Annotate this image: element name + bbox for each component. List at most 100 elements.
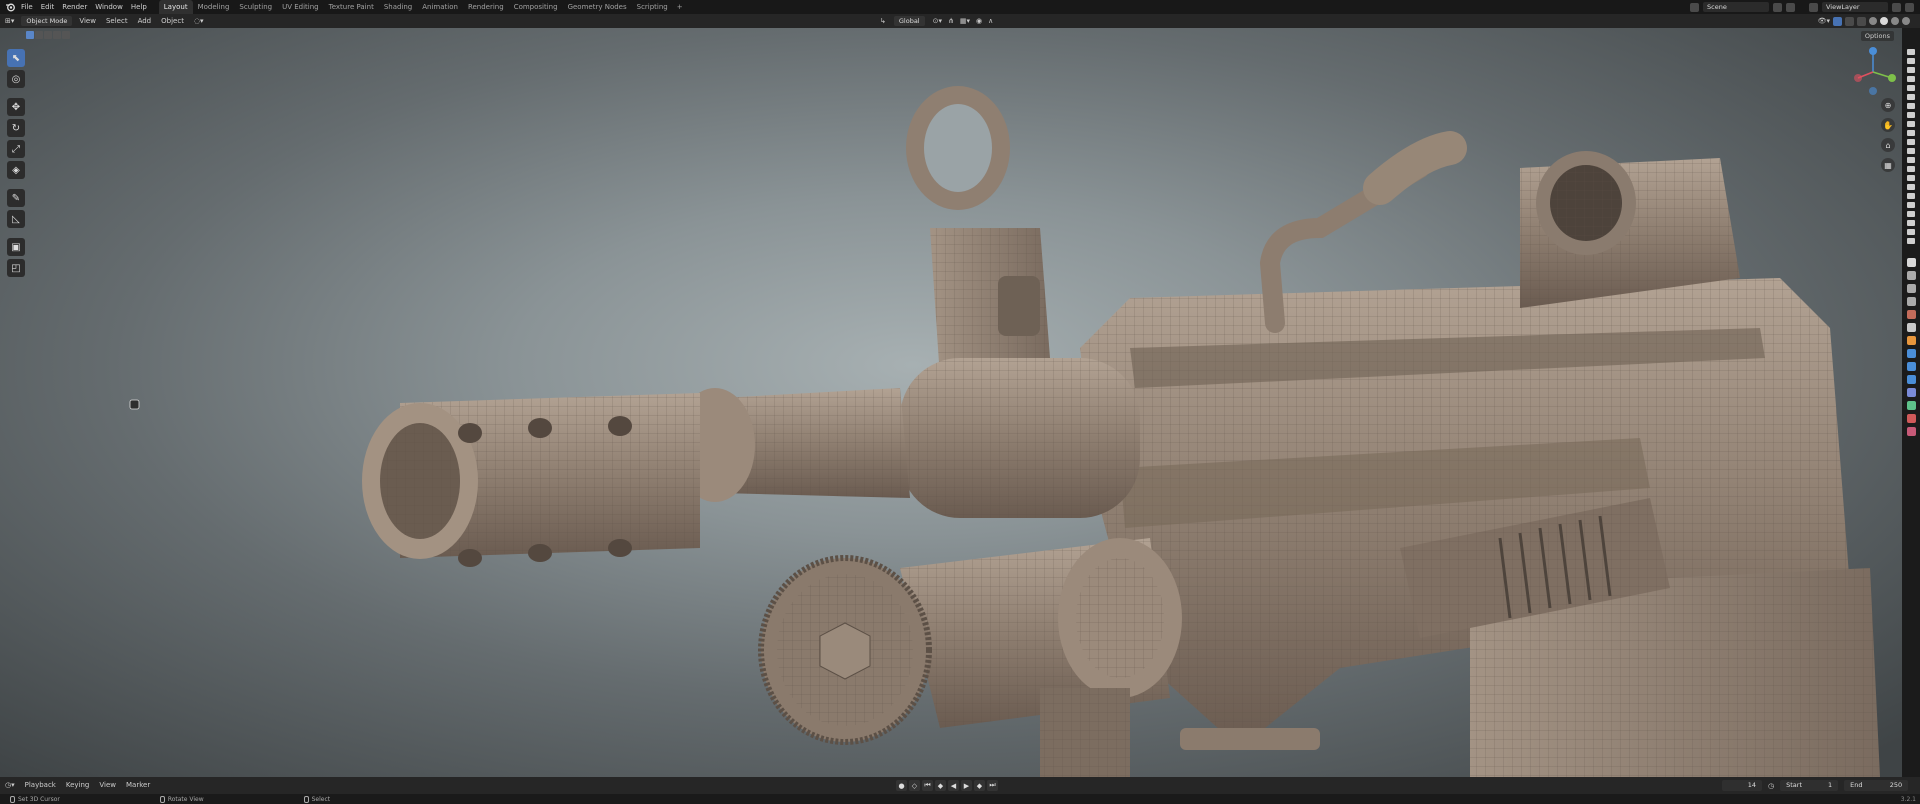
close-scene-icon[interactable] [1786, 2, 1795, 12]
menu-select[interactable]: Select [101, 14, 133, 28]
menu-file[interactable]: File [17, 0, 37, 14]
tab-texture-paint[interactable]: Texture Paint [324, 0, 379, 14]
close-view-layer-icon[interactable] [1905, 2, 1914, 12]
copy-view-layer-icon[interactable] [1892, 2, 1901, 12]
tab-shading[interactable]: Shading [379, 0, 417, 14]
next-keyframe-icon[interactable]: ◆ [974, 780, 985, 791]
camera-view-icon[interactable]: ⌂ [1881, 138, 1895, 152]
menu-marker[interactable]: Marker [121, 777, 155, 794]
outliner-camera-icon[interactable] [1907, 85, 1915, 91]
play-reverse-icon[interactable]: ◀ [948, 780, 959, 791]
overlays-icon[interactable] [1845, 16, 1854, 26]
outliner-camera-icon[interactable] [1907, 157, 1915, 163]
transform-cage-tool-icon[interactable]: ◰ [7, 259, 25, 277]
view-layer-field[interactable]: ViewLayer [1822, 2, 1888, 12]
jump-start-icon[interactable]: ⏮ [922, 780, 933, 791]
outliner-camera-icon[interactable] [1907, 202, 1915, 208]
select-intersect-icon[interactable] [62, 31, 70, 39]
outliner-camera-icon[interactable] [1907, 58, 1915, 64]
menu-timeline-view[interactable]: View [94, 777, 121, 794]
visibility-icon[interactable]: 👁▾ [1818, 17, 1830, 25]
outliner-camera-icon[interactable] [1907, 166, 1915, 172]
menu-edit[interactable]: Edit [37, 0, 59, 14]
proportional-edit-icon[interactable]: ◉ [976, 17, 982, 25]
outliner-camera-icon[interactable] [1907, 112, 1915, 118]
output-properties-icon[interactable] [1906, 284, 1916, 293]
end-frame-field[interactable]: End 250 [1844, 780, 1909, 791]
snap-icon[interactable]: ⋔ [948, 17, 954, 25]
select-new-icon[interactable] [26, 31, 34, 39]
outliner-camera-icon[interactable] [1907, 49, 1915, 55]
outliner-camera-icon[interactable] [1907, 76, 1915, 82]
editor-type-icon[interactable]: ⊞▾ [0, 14, 19, 28]
menu-render[interactable]: Render [58, 0, 91, 14]
options-dropdown[interactable]: Options [1860, 31, 1894, 41]
menu-keying[interactable]: Keying [61, 777, 95, 794]
tab-layout[interactable]: Layout [158, 0, 193, 14]
particles-properties-icon[interactable] [1906, 362, 1916, 371]
physics-properties-icon[interactable] [1906, 375, 1916, 384]
current-frame-field[interactable]: 14 [1722, 780, 1762, 791]
outliner-camera-icon[interactable] [1907, 211, 1915, 217]
add-workspace-button[interactable]: + [673, 0, 687, 14]
select-box-tool-icon[interactable]: ⬉ [7, 49, 25, 67]
menu-help[interactable]: Help [127, 0, 151, 14]
annotate-tool-icon[interactable]: ✎ [7, 189, 25, 207]
outliner-camera-icon[interactable] [1907, 94, 1915, 100]
modifier-properties-icon[interactable] [1906, 349, 1916, 358]
prev-keyframe-icon[interactable]: ◆ [935, 780, 946, 791]
menu-view[interactable]: View [74, 14, 101, 28]
material-properties-icon[interactable] [1906, 414, 1916, 423]
tab-compositing[interactable]: Compositing [509, 0, 563, 14]
texture-properties-icon[interactable] [1906, 427, 1916, 436]
outliner-camera-icon[interactable] [1907, 220, 1915, 226]
tab-uv-editing[interactable]: UV Editing [277, 0, 324, 14]
tab-sculpting[interactable]: Sculpting [234, 0, 277, 14]
move-tool-icon[interactable]: ✥ [7, 98, 25, 116]
scale-tool-icon[interactable]: ⤢ [7, 140, 25, 158]
outliner-camera-icon[interactable] [1907, 175, 1915, 181]
view-layer-icon[interactable] [1809, 2, 1818, 12]
scene-field[interactable]: Scene [1703, 2, 1769, 12]
data-properties-icon[interactable] [1906, 401, 1916, 410]
tab-scripting[interactable]: Scripting [632, 0, 673, 14]
constraints-properties-icon[interactable] [1906, 388, 1916, 397]
tool-properties-icon[interactable] [1906, 258, 1916, 267]
record-icon[interactable]: ● [896, 780, 907, 791]
pan-hand-icon[interactable]: ✋ [1881, 118, 1895, 132]
object-properties-icon[interactable] [1906, 336, 1916, 345]
material-shading-icon[interactable] [1891, 17, 1899, 25]
navigation-gizmo[interactable] [1848, 45, 1898, 95]
render-properties-icon[interactable] [1906, 271, 1916, 280]
tab-animation[interactable]: Animation [417, 0, 463, 14]
outliner-camera-icon[interactable] [1907, 193, 1915, 199]
tab-modeling[interactable]: Modeling [193, 0, 235, 14]
mode-dropdown[interactable]: Object Mode [21, 16, 73, 26]
add-cube-tool-icon[interactable]: ▣ [7, 238, 25, 256]
clock-icon[interactable]: ◷ [1768, 782, 1774, 790]
rendered-shading-icon[interactable] [1902, 17, 1910, 25]
xray-icon[interactable] [1857, 16, 1866, 26]
blender-logo-icon[interactable] [3, 0, 17, 14]
copy-scene-icon[interactable] [1773, 2, 1782, 12]
rotate-tool-icon[interactable]: ↻ [7, 119, 25, 137]
select-invert-icon[interactable] [53, 31, 61, 39]
menu-window[interactable]: Window [91, 0, 127, 14]
perspective-toggle-icon[interactable]: ▦ [1881, 158, 1895, 172]
solid-shading-icon[interactable] [1880, 17, 1888, 25]
snap-target-icon[interactable]: ▦▾ [960, 17, 970, 25]
outliner-camera-icon[interactable] [1907, 67, 1915, 73]
falloff-icon[interactable]: ∧ [988, 17, 993, 25]
menu-object[interactable]: Object [156, 14, 189, 28]
play-icon[interactable]: ▶ [961, 780, 972, 791]
scene-icon[interactable] [1690, 2, 1699, 12]
measure-tool-icon[interactable]: ◺ [7, 210, 25, 228]
tab-geometry-nodes[interactable]: Geometry Nodes [563, 0, 632, 14]
transform-tool-icon[interactable]: ◈ [7, 161, 25, 179]
start-frame-field[interactable]: Start 1 [1780, 780, 1839, 791]
cursor-tool-icon[interactable]: ◎ [7, 70, 25, 88]
outliner-camera-icon[interactable] [1907, 103, 1915, 109]
outliner-camera-icon[interactable] [1907, 130, 1915, 136]
select-extend-icon[interactable] [35, 31, 43, 39]
3d-viewport[interactable]: Options ⊕ ✋ ⌂ ▦ [0, 28, 1902, 777]
